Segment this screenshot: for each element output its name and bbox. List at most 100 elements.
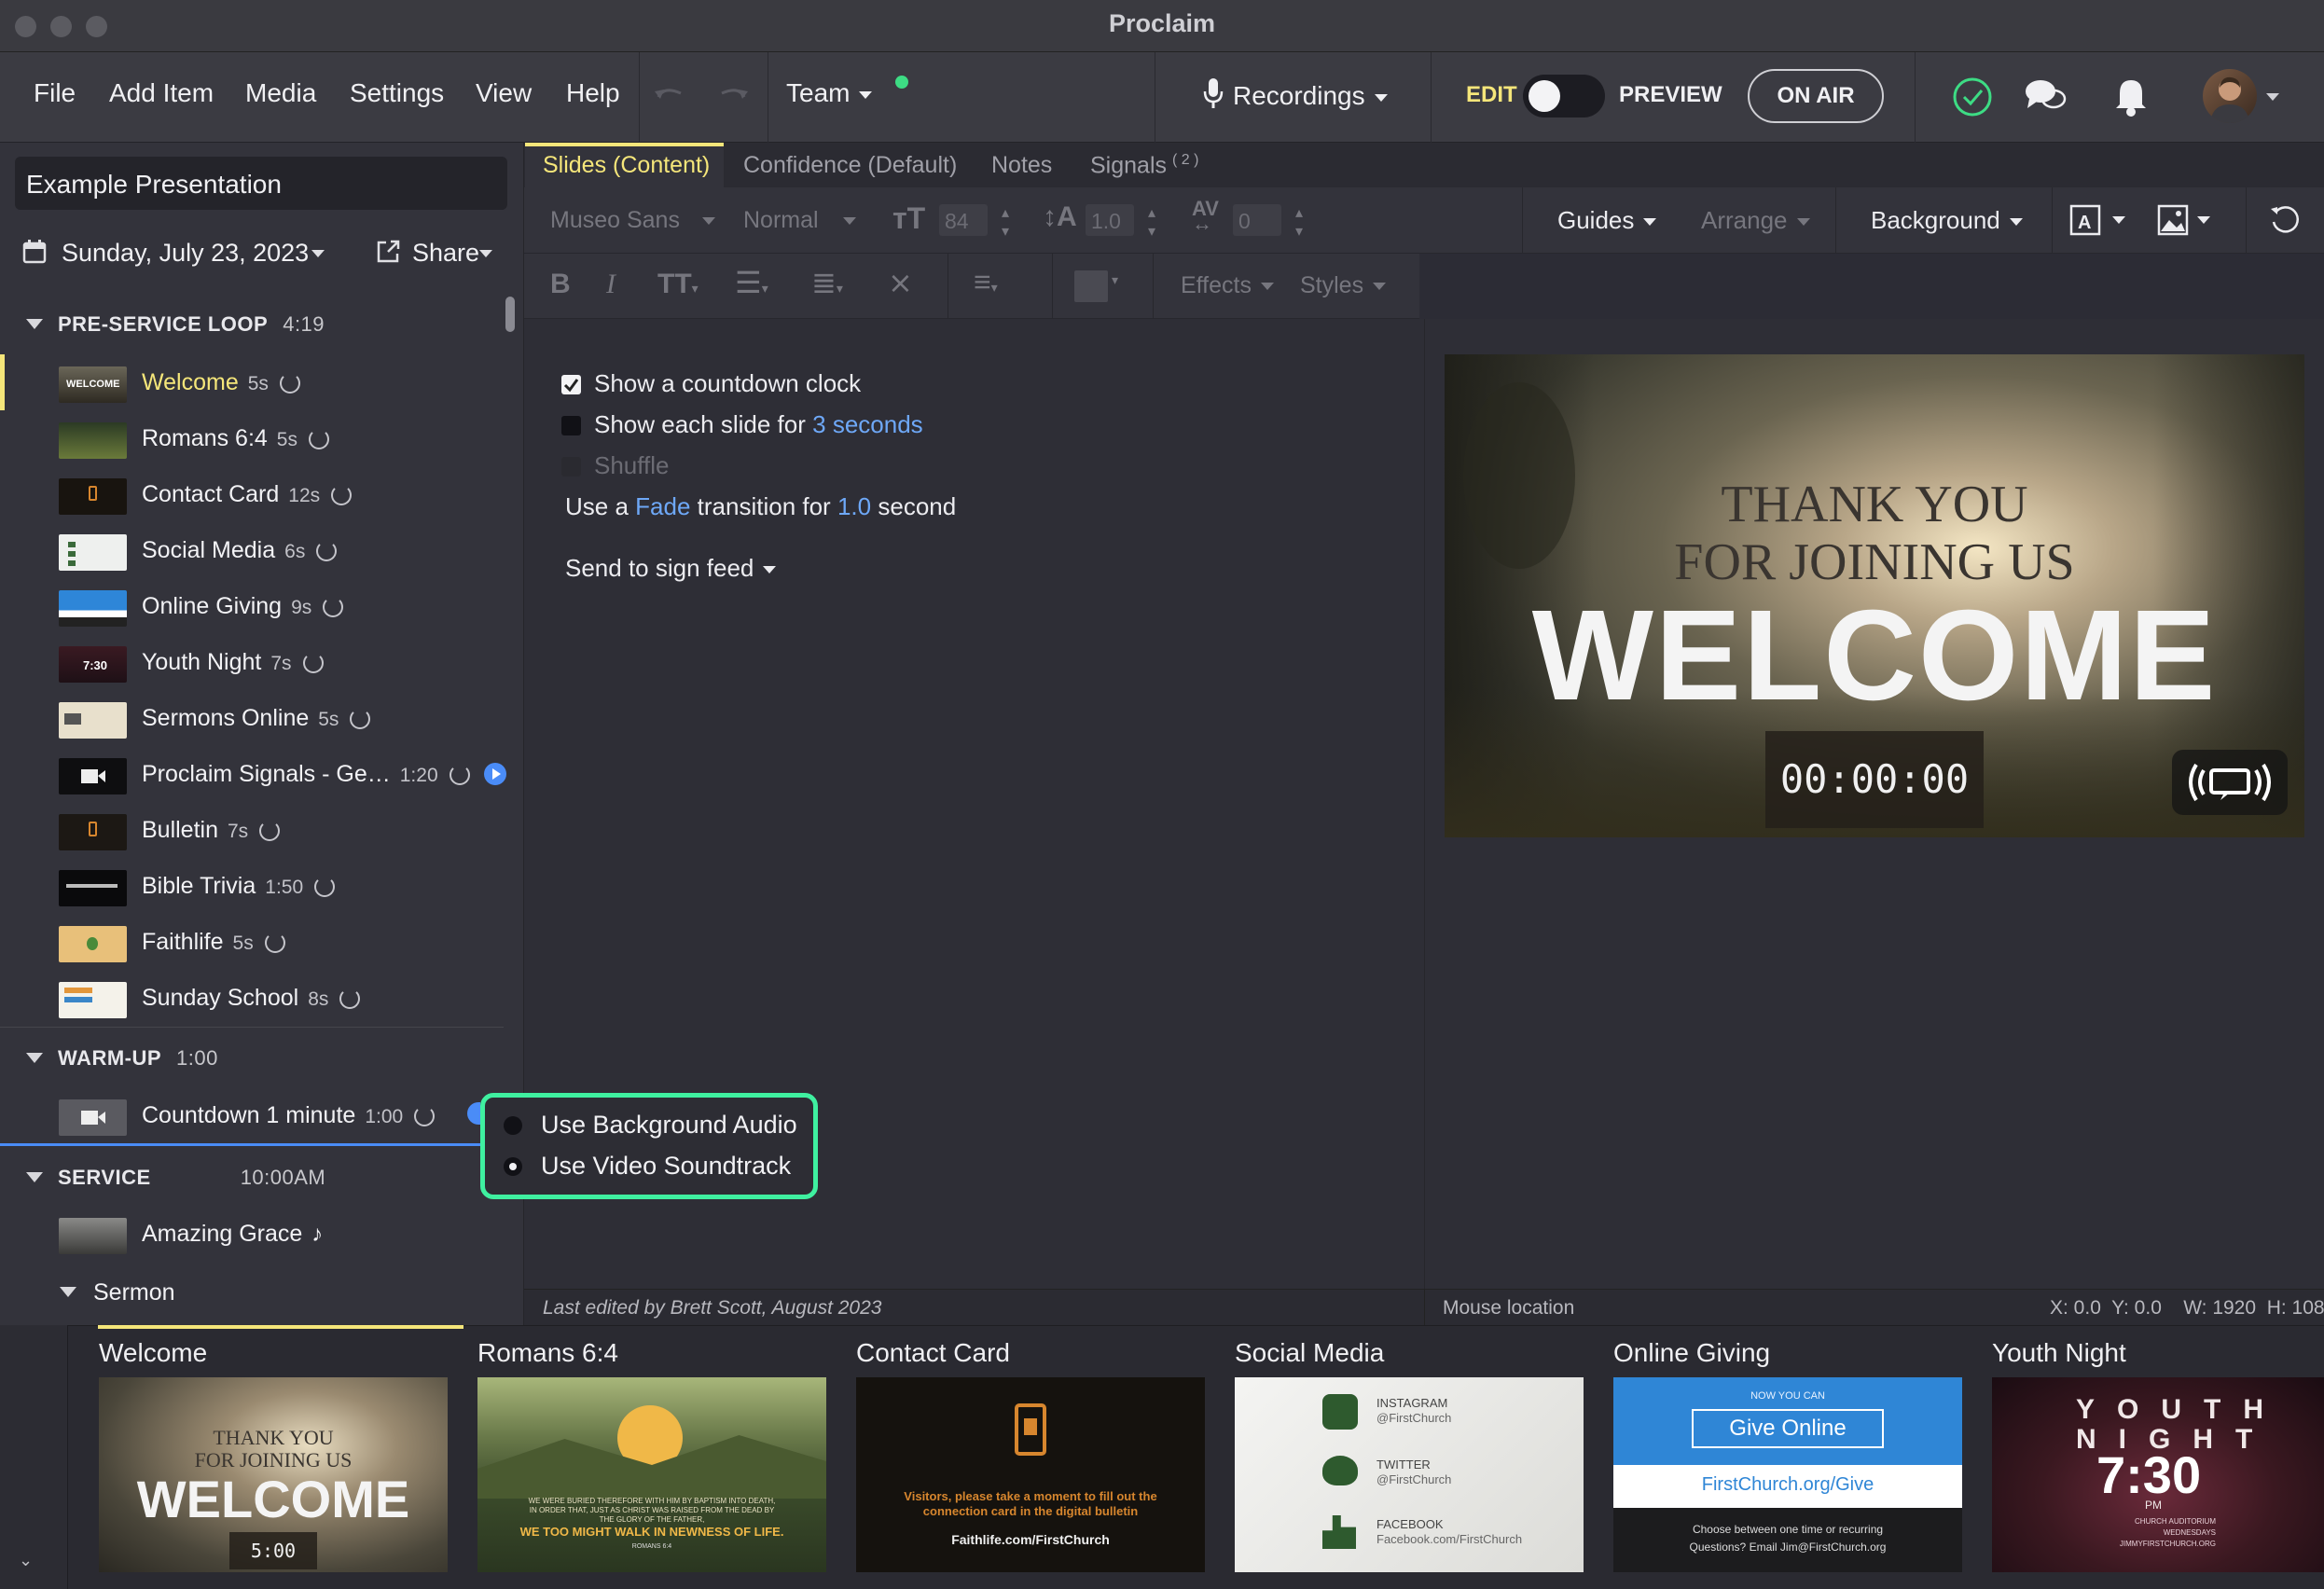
font-size-stepper-icon[interactable]: ▴ ▾ (1002, 203, 1009, 241)
sidebar-item-contact-card[interactable]: Contact Card 12s (0, 466, 508, 522)
notifications-bell-icon[interactable] (2112, 75, 2150, 117)
shuffle-checkbox[interactable] (561, 457, 581, 477)
filmstrip-slide-welcome[interactable]: Welcome THANK YOU FOR JOINING US WELCOME… (99, 1325, 448, 1589)
reset-rotate-icon[interactable] (2268, 203, 2302, 237)
shuffle-option[interactable]: Shuffle (561, 451, 669, 480)
chevron-down-icon[interactable]: ▾ (1112, 272, 1118, 288)
on-air-button[interactable]: ON AIR (1748, 69, 1884, 123)
video-soundtrack-label[interactable]: Use Video Soundtrack (541, 1152, 791, 1181)
menu-add-item[interactable]: Add Item (109, 78, 214, 108)
sidebar-item-sermons-online[interactable]: Sermons Online 5s (0, 690, 508, 746)
background-audio-label[interactable]: Use Background Audio (541, 1111, 797, 1140)
letter-spacing-input[interactable]: 0 (1233, 204, 1281, 236)
recordings-menu[interactable]: Recordings (1203, 77, 1388, 111)
sync-status-check-icon[interactable] (1952, 76, 1993, 117)
transition-duration-link[interactable]: 1.0 (837, 492, 871, 520)
sidebar-item-welcome[interactable]: WELCOME Welcome 5s (0, 354, 508, 410)
countdown-checkbox[interactable] (561, 375, 581, 394)
avatar-menu-chevron-icon[interactable] (2266, 93, 2279, 101)
font-family-select[interactable]: Museo Sans (550, 207, 715, 234)
filmstrip-slide-youth-night[interactable]: Youth Night YOUTH NIGHT 7:30 PM CHURCH A… (1992, 1325, 2324, 1589)
background-audio-radio[interactable] (504, 1116, 522, 1135)
sidebar-item-bulletin[interactable]: Bulletin 7s (0, 802, 508, 858)
align-icon[interactable]: ≡▾ (974, 265, 998, 299)
chevron-down-icon[interactable] (2197, 216, 2210, 224)
sidebar-item-social-media[interactable]: Social Media 6s (0, 522, 508, 578)
user-avatar[interactable] (2203, 69, 2257, 123)
styles-menu[interactable]: Styles (1300, 272, 1387, 299)
menu-media[interactable]: Media (245, 78, 316, 108)
signals-broadcast-icon[interactable] (2172, 750, 2288, 815)
chat-icon[interactable] (2024, 76, 2067, 116)
sidebar-item-romans[interactable]: Romans 6:4 5s (0, 410, 508, 466)
guides-menu[interactable]: Guides (1557, 206, 1657, 235)
filmstrip-slide-romans[interactable]: Romans 6:4 WE WERE BURIED THEREFORE WITH… (477, 1325, 826, 1589)
section-header-warm-up[interactable]: WARM-UP 1:00 (26, 1046, 218, 1071)
insert-image-icon[interactable] (2156, 203, 2190, 237)
edit-preview-toggle[interactable] (1523, 75, 1605, 117)
italic-icon[interactable]: I (606, 269, 616, 300)
font-weight-select[interactable]: Normal (743, 207, 856, 234)
loop-icon (314, 877, 336, 897)
line-height-input[interactable]: 1.0 (1086, 204, 1134, 236)
effects-menu[interactable]: Effects (1181, 272, 1274, 299)
chevron-down-icon (1643, 218, 1657, 227)
transition-option: Use a Fade transition for 1.0 second (565, 492, 957, 520)
menu-file[interactable]: File (34, 78, 76, 108)
tab-confidence[interactable]: Confidence (Default) (743, 152, 957, 179)
tab-notes[interactable]: Notes (991, 152, 1052, 179)
sidebar-scrollbar[interactable] (505, 297, 515, 332)
transition-type-link[interactable]: Fade (635, 492, 690, 520)
redo-icon[interactable] (716, 80, 750, 108)
text-case-icon[interactable]: TT▾ (657, 269, 699, 300)
arrange-menu[interactable]: Arrange (1701, 206, 1810, 235)
menu-view[interactable]: View (476, 78, 532, 108)
thumbs-up-icon (1322, 1515, 1356, 1549)
sidebar-item-sunday-school[interactable]: Sunday School 8s (0, 970, 508, 1026)
bold-icon[interactable]: B (550, 269, 571, 300)
sidebar-item-sermon[interactable]: Sermon (60, 1279, 175, 1306)
video-soundtrack-radio[interactable] (504, 1157, 522, 1176)
insert-text-box-icon[interactable]: A (2068, 203, 2106, 237)
preview-subtitle-line2: FOR JOINING US (1674, 533, 2075, 591)
text-color-swatch[interactable] (1074, 270, 1108, 302)
countdown-clock-option[interactable]: Show a countdown clock (561, 369, 861, 398)
team-menu[interactable]: Team (786, 78, 873, 108)
section-header-pre-service-loop[interactable]: PRE-SERVICE LOOP 4:19 (26, 312, 325, 337)
bullet-list-icon[interactable]: ☰▾ (735, 265, 768, 300)
thumbnail-welcome: WELCOME (59, 366, 127, 403)
sidebar-item-proclaim-signals[interactable]: Proclaim Signals - Ge… 1:20 (0, 746, 508, 802)
sidebar-item-youth-night[interactable]: 7:30 Youth Night 7s (0, 634, 508, 690)
filmstrip-slide-online-giving[interactable]: Online Giving NOW YOU CAN Give Online Fi… (1613, 1325, 1962, 1589)
clear-format-icon[interactable]: ⨯ (888, 265, 913, 300)
indent-icon[interactable]: ≣▾ (811, 265, 843, 300)
font-size-input[interactable]: 84 (939, 204, 988, 236)
undo-icon[interactable] (653, 80, 686, 108)
section-header-service[interactable]: SERVICE 10:00AM (26, 1166, 325, 1190)
filmstrip-slide-contact-card[interactable]: Contact Card Visitors, please take a mom… (856, 1325, 1205, 1589)
menu-help[interactable]: Help (566, 78, 620, 108)
tab-slides-content[interactable]: Slides (Content) (543, 152, 710, 179)
letter-spacing-stepper-icon[interactable]: ▴ ▾ (1295, 203, 1303, 241)
sidebar-item-faithlife[interactable]: Faithlife 5s (0, 914, 508, 970)
presentation-name-field[interactable]: Example Presentation (15, 157, 507, 210)
background-menu[interactable]: Background (1871, 206, 2023, 235)
sidebar-item-online-giving[interactable]: Online Giving 9s (0, 578, 508, 634)
show-each-slide-option[interactable]: Show each slide for 3 seconds (561, 410, 923, 439)
chevron-down-icon[interactable] (2112, 216, 2125, 224)
sidebar-item-bible-trivia[interactable]: Bible Trivia 1:50 (0, 858, 508, 914)
loop-icon (339, 988, 361, 1009)
filmstrip-slide-social-media[interactable]: Social Media INSTAGRAM @FirstChurch TWIT… (1235, 1325, 1584, 1589)
line-height-stepper-icon[interactable]: ▴ ▾ (1148, 203, 1155, 241)
menu-settings[interactable]: Settings (350, 78, 444, 108)
show-each-slide-checkbox[interactable] (561, 416, 581, 435)
play-icon[interactable] (483, 763, 506, 785)
tab-signals[interactable]: Signals( 2 ) (1090, 152, 1198, 179)
collapse-filmstrip-icon[interactable]: ⌄ (19, 1551, 33, 1570)
slide-duration-link[interactable]: 3 seconds (812, 410, 923, 438)
chevron-down-icon (842, 217, 856, 226)
slide-preview-canvas[interactable]: THANK YOU FOR JOINING US WELCOME 00:00:0… (1445, 354, 2304, 837)
sidebar-item-countdown[interactable]: Countdown 1 minute 1:00 (0, 1087, 508, 1143)
sign-feed-dropdown[interactable]: Send to sign feed (565, 554, 777, 583)
sidebar-item-amazing-grace[interactable]: Amazing Grace ♪ (0, 1206, 508, 1262)
